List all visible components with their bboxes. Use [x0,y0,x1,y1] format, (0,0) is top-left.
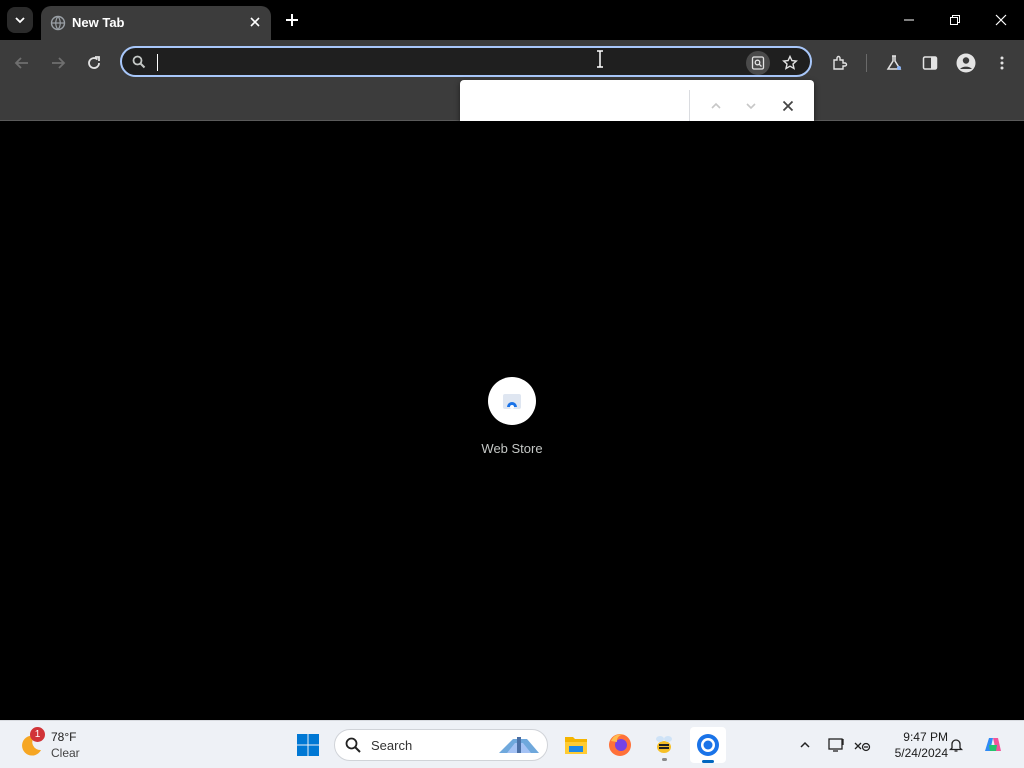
close-icon [250,17,260,27]
file-explorer-button[interactable] [558,727,594,763]
weather-condition: Clear [51,746,80,760]
text-cursor-icon [597,50,603,68]
kebab-menu-icon [1000,56,1004,70]
notification-badge: 1 [30,727,45,742]
network-tray-button[interactable] [850,733,874,757]
bee-app-button[interactable] [646,727,682,763]
text-caret [157,54,158,71]
plus-icon [286,14,298,26]
weather-temperature: 78°F [51,730,77,744]
copilot-button[interactable] [980,733,1006,757]
shortcut-label: Web Store [481,441,543,456]
arrow-left-icon [14,57,28,69]
new-tab-page: Web Store [0,121,1024,720]
find-divider [689,90,690,122]
labs-button[interactable] [881,50,907,76]
folder-icon [565,737,587,754]
restore-icon [950,15,960,25]
puzzle-icon [833,55,848,70]
firefox-button[interactable] [602,727,638,763]
search-icon [345,737,361,753]
restore-button[interactable] [932,0,978,40]
find-close-button[interactable] [776,94,800,118]
address-input[interactable] [156,52,716,72]
toolbar-divider [866,54,867,72]
side-panel-button[interactable] [917,50,943,76]
network-disconnected-icon [854,742,871,752]
extensions-button[interactable] [827,50,853,76]
chrome-icon [697,734,719,756]
page-search-icon [751,56,765,70]
bell-icon [948,739,964,752]
tab-title: New Tab [72,15,125,30]
active-app-indicator [702,760,714,763]
star-icon [782,55,798,70]
windows-start-icon[interactable] [296,733,320,757]
window-close-button[interactable] [978,0,1024,40]
search-highlight-icon [499,737,539,753]
bee-icon [656,736,672,753]
find-previous-button[interactable] [704,94,728,118]
notifications-button[interactable] [944,733,968,757]
find-next-button[interactable] [739,94,763,118]
new-tab-button[interactable] [280,8,304,32]
reload-icon [88,56,100,69]
title-bar: New Tab [0,0,1024,40]
display-tray-button[interactable] [825,733,849,757]
chevron-up-icon [800,741,810,748]
close-icon [782,100,794,112]
reload-button[interactable] [81,50,107,76]
profile-button[interactable] [953,50,979,76]
weather-widget[interactable]: 1 78°F Clear [18,727,108,763]
chevron-up-icon [711,102,721,109]
taskbar-search-box[interactable]: Search [334,729,548,761]
show-hidden-icons-button[interactable] [793,733,817,757]
chevron-down-icon [15,17,25,24]
chevron-down-icon [746,103,756,110]
shortcut-tile[interactable]: Web Store [472,377,552,467]
close-icon [995,14,1007,26]
clock-date: 5/24/2024 [894,746,948,760]
copilot-icon [985,738,1001,751]
web-store-icon [503,394,521,409]
running-indicator [662,758,667,761]
taskbar-search-label: Search [371,738,413,753]
chrome-button[interactable] [690,727,726,763]
clock-time: 9:47 PM [903,730,948,744]
minimize-button[interactable] [886,0,932,40]
tab-new-tab[interactable]: New Tab [41,6,271,40]
system-clock[interactable]: 9:47 PM 5/24/2024 [878,729,948,761]
lens-search-button[interactable] [746,51,770,75]
globe-icon [50,15,66,31]
find-input[interactable] [472,94,676,120]
taskbar: 1 78°F Clear Search 9:47 PM 5/24/2024 [0,720,1024,768]
side-panel-icon [922,56,938,70]
tab-close-button[interactable] [245,12,265,32]
minimize-icon [904,19,914,21]
search-icon [132,55,146,69]
firefox-icon [609,734,631,756]
flask-icon [886,55,902,70]
back-button[interactable] [9,50,35,76]
tab-search-button[interactable] [7,7,33,33]
shortcut-icon-circle [488,377,536,425]
bookmark-star-button[interactable] [778,51,802,75]
browser-toolbar [0,40,1024,84]
forward-button[interactable] [45,50,71,76]
avatar-icon [956,53,976,73]
menu-button[interactable] [989,50,1015,76]
address-bar[interactable] [120,46,812,77]
monitor-icon [828,738,844,752]
arrow-right-icon [52,57,66,69]
